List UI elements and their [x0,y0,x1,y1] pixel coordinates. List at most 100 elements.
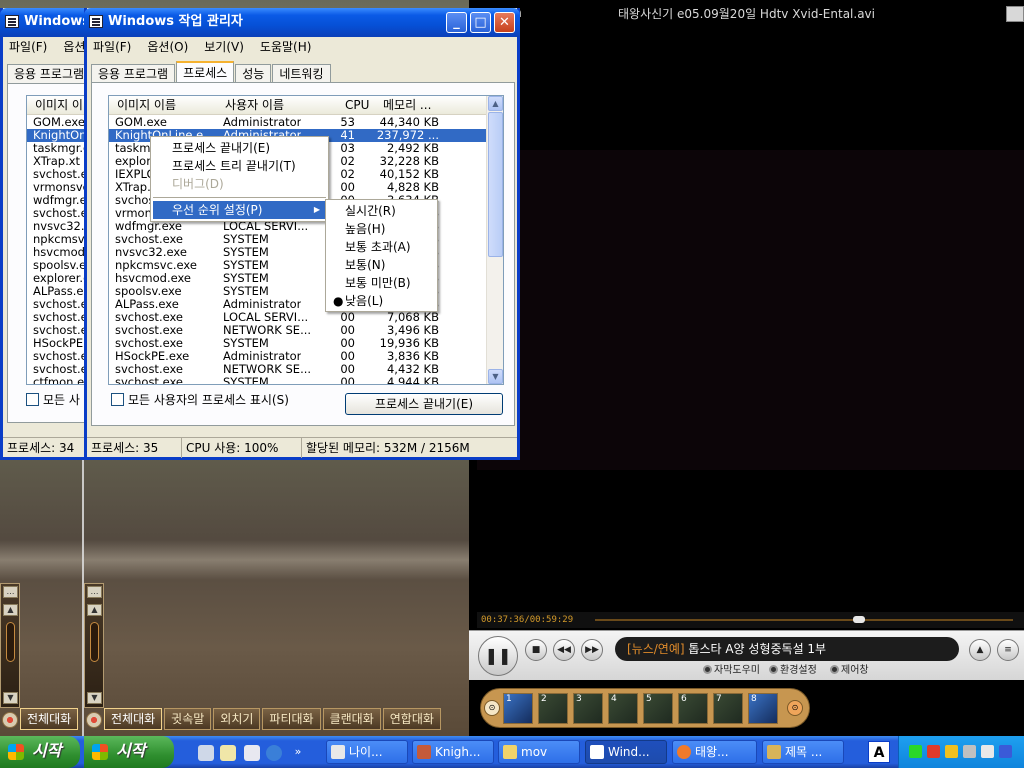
strip-right-knob[interactable]: ⊙ [787,700,803,716]
previous-button[interactable]: ◀◀ [553,639,575,661]
player-minimize-button[interactable] [1006,6,1024,22]
tray-network-icon[interactable] [963,745,976,758]
table-row[interactable]: svchost.exe SYSTEM 00 19,936 KB [109,337,486,350]
chat-tab-all[interactable]: 전체대화 [104,708,163,730]
back-window-title-bar[interactable]: Windows [0,8,90,37]
seek-track[interactable] [595,619,1013,621]
table-row[interactable]: svchost.exe NETWORK SE... 00 3,496 KB [109,324,486,337]
start-button[interactable]: 시작 [0,736,80,768]
subtitle-helper-link[interactable]: 자막도우미 [703,664,760,678]
thumbnail[interactable]: 6 [678,693,708,724]
menu-button[interactable]: ≡ [997,639,1019,661]
tray-volume-icon[interactable] [981,745,994,758]
thumbnail[interactable]: 7 [713,693,743,724]
tab-networking[interactable]: 네트워킹 [272,64,331,83]
menu-help[interactable]: 도움말(H) [260,40,312,54]
show-all-users-checkbox[interactable] [111,393,124,406]
thumbnail[interactable]: 8 [748,693,778,724]
column-user-name[interactable]: 사용자 이름 [225,96,284,115]
column-cpu[interactable]: CPU [345,96,369,115]
back-tab-applications[interactable]: 응용 프로그램 [7,64,92,83]
priority-realtime[interactable]: 실시간(R) [328,202,435,220]
table-row[interactable]: HSockPE.exe Administrator 00 3,836 KB [109,350,486,363]
chat-tab-whisper[interactable]: 귓속말 [164,708,212,730]
back-menu-options[interactable]: 옵션 [63,40,85,54]
scroll-down-icon[interactable]: ▼ [488,369,503,384]
eject-button[interactable]: ▲ [969,639,991,661]
tray-green-icon[interactable] [909,745,922,758]
thumbnail[interactable]: 4 [608,693,638,724]
seek-thumb[interactable] [853,616,865,623]
chat-scroll-right[interactable]: … ▲ ▼ [84,583,104,708]
priority-high[interactable]: 높음(H) [328,220,435,238]
news-ticker[interactable]: [뉴스/연예] 톱스타 A양 성형중독설 1부 [615,637,959,661]
background-task-manager-window[interactable]: Windows 파일(F) 옵션 응용 프로그램 이미지 이 GOM.exe Kn… [0,8,97,460]
thumbnail[interactable]: 3 [573,693,603,724]
chat-tab-clan[interactable]: 클랜대화 [322,708,381,730]
chat-tab-shout[interactable]: 외치기 [213,708,261,730]
title-bar[interactable]: Windows 작업 관리자 _ □ ✕ [84,8,520,37]
scroll-thumb[interactable] [488,112,503,257]
stop-button[interactable]: ■ [525,639,547,661]
chat-mode-icon[interactable] [2,712,18,728]
tray-v-icon[interactable] [999,745,1012,758]
scroll-up-icon[interactable]: ▲ [3,604,18,616]
quicklaunch-folder-icon[interactable] [220,745,236,761]
back-show-all-checkbox[interactable] [26,393,39,406]
video-area[interactable] [477,28,1024,608]
strip-left-knob[interactable]: ⊙ [484,700,500,716]
tray-red-icon[interactable] [927,745,940,758]
chat-tab-party[interactable]: 파티대화 [262,708,321,730]
column-image-name[interactable]: 이미지 이름 [117,96,176,115]
scroll-up-icon[interactable]: ▲ [488,96,503,111]
priority-above-normal[interactable]: 보통 초과(A) [328,238,435,256]
menu-set-priority[interactable]: 우선 순위 설정(P) ▶ [153,201,326,219]
scroll-down-icon[interactable]: ▼ [87,692,102,704]
chat-mode-icon[interactable] [86,712,102,728]
language-indicator[interactable]: A [868,741,890,763]
chat-scroll-left[interactable]: … ▲ ▼ [0,583,20,708]
quicklaunch-more-icon[interactable]: » [290,745,306,761]
settings-link[interactable]: 환경설정 [769,664,817,678]
tab-applications[interactable]: 응용 프로그램 [91,64,176,83]
quicklaunch-doc-icon[interactable] [244,745,260,761]
menu-file[interactable]: 파일(F) [93,40,131,54]
menu-options[interactable]: 옵션(O) [147,40,188,54]
scroll-down-icon[interactable]: ▼ [3,692,18,704]
back-col-image[interactable]: 이미지 이 [35,96,83,115]
process-list-scrollbar[interactable]: ▲ ▼ [486,96,503,384]
table-row[interactable]: svchost.exe SYSTEM 00 4,944 KB [109,376,486,384]
chat-bubble-icon[interactable]: … [87,586,102,598]
quicklaunch-desktop-icon[interactable] [198,745,214,761]
close-button[interactable]: ✕ [494,12,515,33]
taskbar-item[interactable]: Knigh... [412,740,494,764]
chat-scroll-thumb[interactable] [6,622,15,662]
chat-tab-all[interactable]: 전체대화 [20,708,79,730]
maximize-button[interactable]: □ [470,12,491,33]
quicklaunch-ie-icon[interactable] [266,745,282,761]
menu-end-process[interactable]: 프로세스 끝내기(E) [153,139,326,157]
back-menu-file[interactable]: 파일(F) [9,40,47,54]
chat-tab-alliance[interactable]: 연합대화 [382,708,441,730]
minimize-button[interactable]: _ [446,12,467,33]
chat-scroll-thumb[interactable] [90,622,99,662]
thumbnail[interactable]: 1 [503,693,533,724]
taskbar-item[interactable]: 태왕... [672,740,757,764]
priority-low[interactable]: ● 낮음(L) [328,292,435,310]
pause-button[interactable]: ❚❚ [478,636,518,676]
control-window-link[interactable]: 제어창 [830,664,869,678]
tab-processes[interactable]: 프로세스 [176,61,235,83]
end-process-button[interactable]: 프로세스 끝내기(E) [345,393,503,415]
tab-performance[interactable]: 성능 [235,64,272,83]
taskbar-item[interactable]: 제목 ... [762,740,844,764]
chat-bubble-icon[interactable]: … [3,586,18,598]
taskbar-item[interactable]: 나이... [326,740,408,764]
next-button[interactable]: ▶▶ [581,639,603,661]
table-row[interactable]: GOM.exe Administrator 53 44,340 KB [109,116,486,129]
thumbnail[interactable]: 5 [643,693,673,724]
taskbar-item[interactable]: mov [498,740,580,764]
table-row[interactable]: svchost.exe NETWORK SE... 00 4,432 KB [109,363,486,376]
priority-below-normal[interactable]: 보통 미만(B) [328,274,435,292]
priority-normal[interactable]: 보통(N) [328,256,435,274]
task-manager-window[interactable]: Windows 작업 관리자 _ □ ✕ 파일(F) 옵션(O) 보기(V) 도움말(… [84,8,520,460]
